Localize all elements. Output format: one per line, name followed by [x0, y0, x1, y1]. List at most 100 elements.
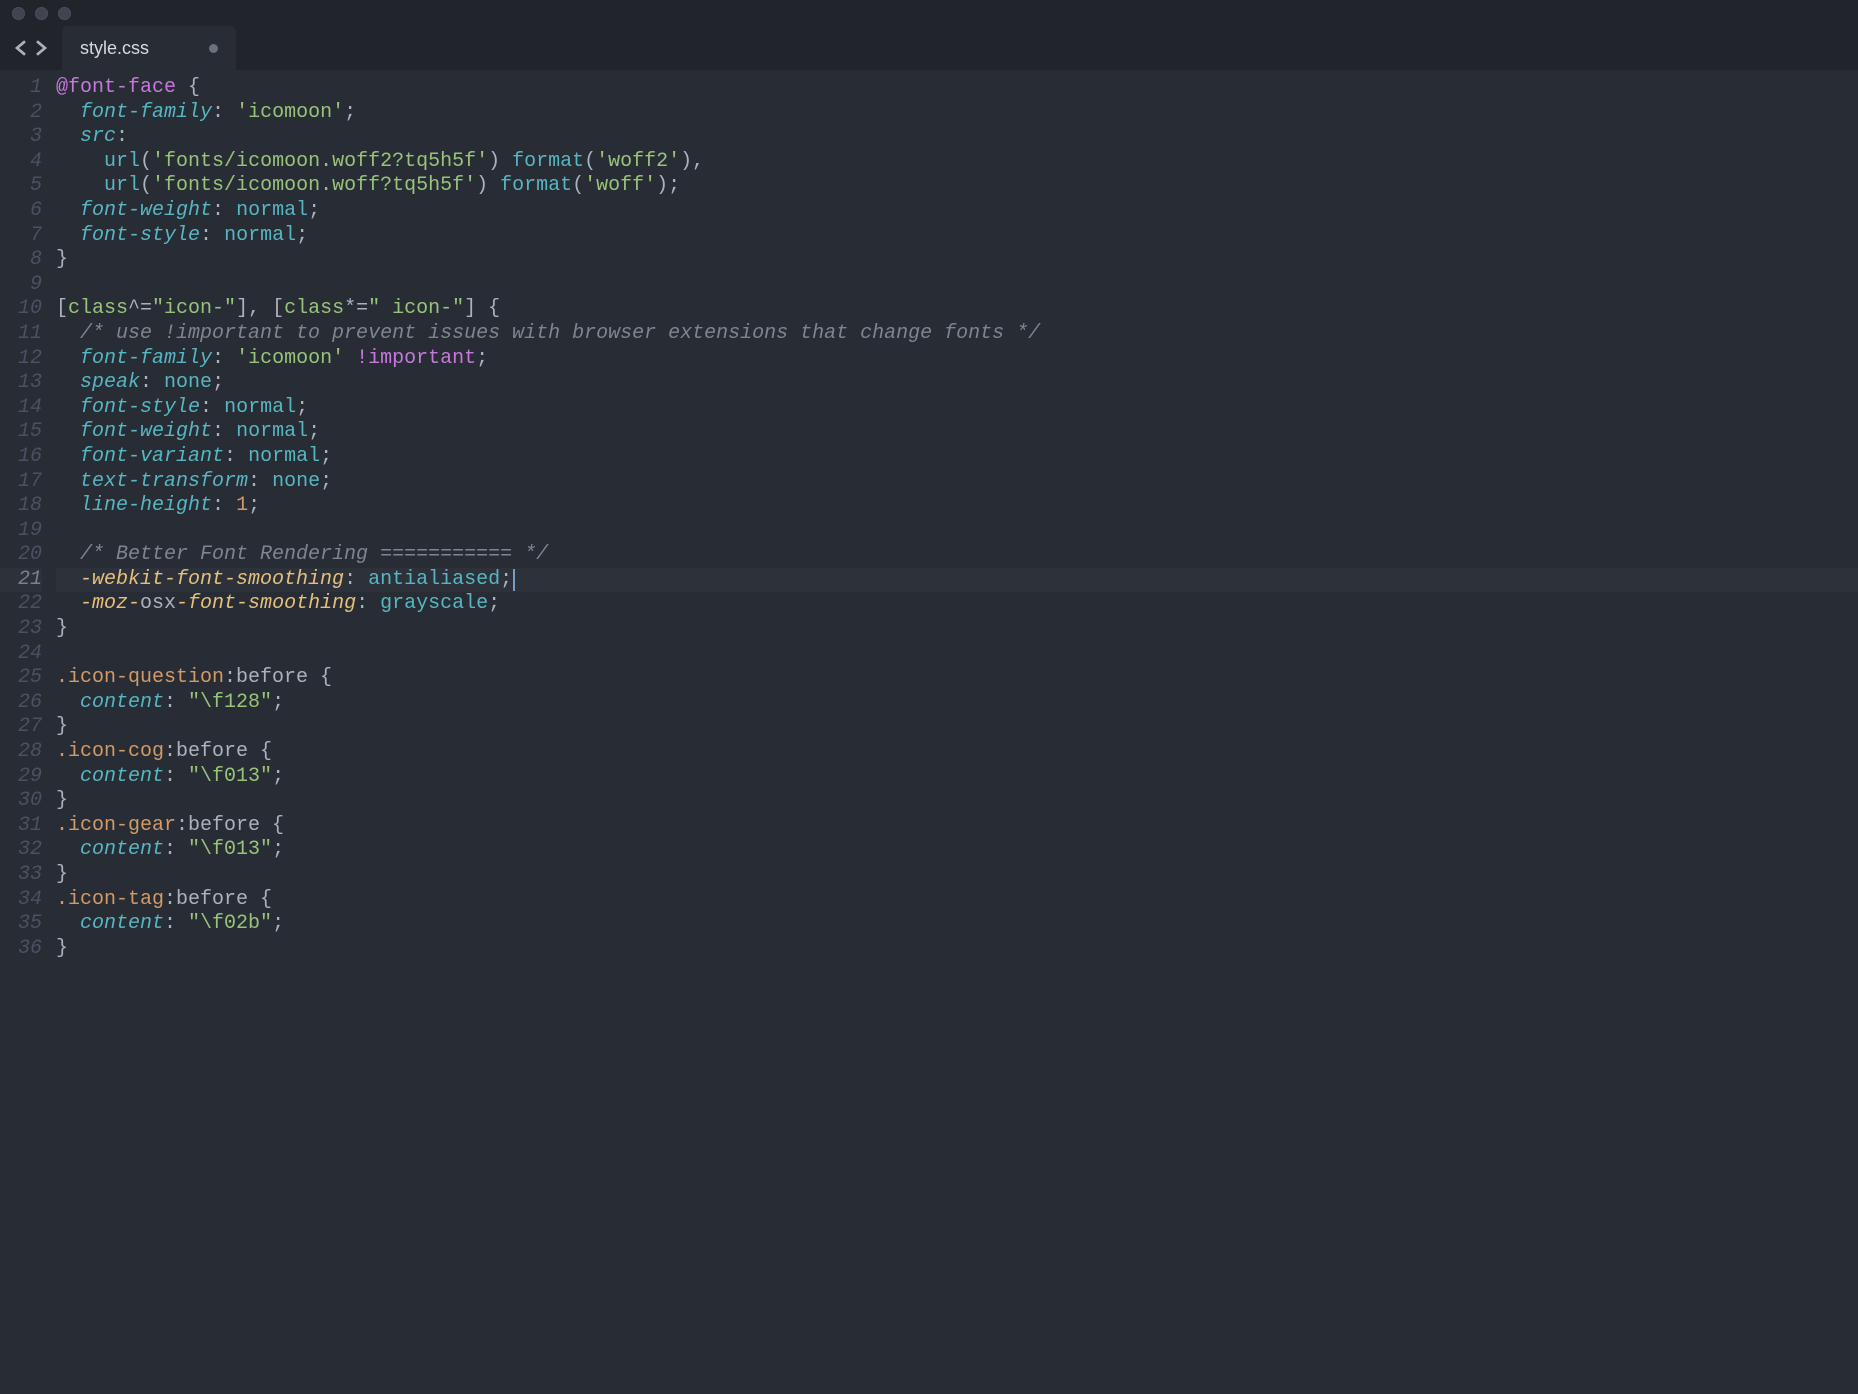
token-punct: : — [356, 592, 380, 615]
token-str: 'icomoon' — [236, 101, 344, 124]
token-str: 'woff' — [584, 174, 656, 197]
line-number: 13 — [0, 371, 42, 396]
token-val: none — [272, 470, 320, 493]
line-number: 27 — [0, 715, 42, 740]
code-line[interactable] — [56, 642, 1858, 667]
token-val: normal — [224, 396, 296, 419]
nav-back-icon[interactable] — [14, 40, 28, 56]
token-val: normal — [248, 445, 320, 468]
code-line[interactable]: font-family: 'icomoon'; — [56, 101, 1858, 126]
token-punct: : — [212, 199, 236, 222]
token-brace: } — [56, 937, 68, 960]
token-prop: font-family — [80, 347, 212, 370]
line-number: 2 — [0, 101, 42, 126]
token-str: 'fonts/icomoon.woff2?tq5h5f' — [152, 150, 488, 173]
token-func: format — [500, 174, 572, 197]
code-line[interactable]: /* Better Font Rendering =========== */ — [56, 543, 1858, 568]
token-punct — [56, 420, 80, 443]
code-line[interactable]: } — [56, 789, 1858, 814]
editor-window: style.css 123456789101112131415161718192… — [0, 0, 1858, 1394]
token-func: url — [104, 150, 140, 173]
zoom-icon[interactable] — [58, 7, 71, 20]
token-punct: : — [164, 912, 188, 935]
close-icon[interactable] — [12, 7, 25, 20]
token-str: "\f013" — [188, 838, 272, 861]
line-number: 14 — [0, 396, 42, 421]
token-punct — [56, 445, 80, 468]
token-punct: : — [200, 224, 224, 247]
line-number: 6 — [0, 199, 42, 224]
code-line[interactable]: @font-face { — [56, 76, 1858, 101]
tab-style-css[interactable]: style.css — [62, 26, 236, 70]
token-punct: ; — [272, 912, 284, 935]
line-number: 12 — [0, 347, 42, 372]
token-prop: font-style — [80, 224, 200, 247]
code-line[interactable]: -webkit-font-smoothing: antialiased; — [56, 568, 1858, 593]
code-line[interactable]: .icon-question:before { — [56, 666, 1858, 691]
token-punct: : — [248, 470, 272, 493]
code-line[interactable]: src: — [56, 125, 1858, 150]
line-number-gutter: 1234567891011121314151617181920212223242… — [0, 70, 56, 1394]
code-line[interactable]: } — [56, 715, 1858, 740]
code-line[interactable]: .icon-cog:before { — [56, 740, 1858, 765]
line-number: 22 — [0, 592, 42, 617]
code-line[interactable]: .icon-gear:before { — [56, 814, 1858, 839]
token-punct: ; — [476, 347, 488, 370]
code-line[interactable]: } — [56, 937, 1858, 962]
token-punct: ; — [272, 838, 284, 861]
code-line[interactable]: url('fonts/icomoon.woff?tq5h5f') format(… — [56, 174, 1858, 199]
code-line[interactable]: font-style: normal; — [56, 224, 1858, 249]
text-cursor — [513, 569, 515, 591]
token-propv: -font-smoothing — [176, 592, 356, 615]
window-titlebar[interactable] — [0, 0, 1858, 26]
code-line[interactable]: content: "\f013"; — [56, 838, 1858, 863]
code-line[interactable] — [56, 519, 1858, 544]
code-line[interactable]: } — [56, 863, 1858, 888]
token-str: "\f013" — [188, 765, 272, 788]
token-brace: } — [56, 789, 68, 812]
token-prop: font-weight — [80, 420, 212, 443]
line-number: 29 — [0, 765, 42, 790]
code-line[interactable]: font-family: 'icomoon' !important; — [56, 347, 1858, 372]
token-val: none — [164, 371, 212, 394]
token-punct: ; — [320, 470, 332, 493]
code-line[interactable]: content: "\f128"; — [56, 691, 1858, 716]
code-line[interactable]: content: "\f013"; — [56, 765, 1858, 790]
code-line[interactable]: text-transform: none; — [56, 470, 1858, 495]
token-punct: : — [116, 125, 128, 148]
code-line[interactable]: .icon-tag:before { — [56, 888, 1858, 913]
code-line[interactable]: font-weight: normal; — [56, 420, 1858, 445]
code-line[interactable]: font-style: normal; — [56, 396, 1858, 421]
token-punct: : — [200, 396, 224, 419]
minimize-icon[interactable] — [35, 7, 48, 20]
code-line[interactable]: /* use !important to prevent issues with… — [56, 322, 1858, 347]
code-content[interactable]: @font-face { font-family: 'icomoon'; src… — [56, 70, 1858, 1394]
token-sel: .icon-tag — [56, 888, 164, 911]
code-line[interactable] — [56, 273, 1858, 298]
token-punct — [56, 199, 80, 222]
code-line[interactable]: font-weight: normal; — [56, 199, 1858, 224]
code-line[interactable]: url('fonts/icomoon.woff2?tq5h5f') format… — [56, 150, 1858, 175]
line-number: 3 — [0, 125, 42, 150]
code-line[interactable]: speak: none; — [56, 371, 1858, 396]
token-punct — [344, 347, 356, 370]
code-line[interactable]: content: "\f02b"; — [56, 912, 1858, 937]
token-punct — [56, 322, 80, 345]
code-line[interactable]: -moz-osx-font-smoothing: grayscale; — [56, 592, 1858, 617]
token-punct — [56, 470, 80, 493]
code-line[interactable]: line-height: 1; — [56, 494, 1858, 519]
token-brace: } — [56, 617, 68, 640]
line-number: 10 — [0, 297, 42, 322]
token-punct — [176, 76, 188, 99]
token-punct — [56, 494, 80, 517]
code-editor[interactable]: 1234567891011121314151617181920212223242… — [0, 70, 1858, 1394]
line-number: 35 — [0, 912, 42, 937]
code-line[interactable]: } — [56, 617, 1858, 642]
token-str: " icon-" — [368, 297, 464, 320]
code-line[interactable]: } — [56, 248, 1858, 273]
code-line[interactable]: font-variant: normal; — [56, 445, 1858, 470]
token-prop: content — [80, 765, 164, 788]
code-line[interactable]: [class^="icon-"], [class*=" icon-"] { — [56, 297, 1858, 322]
nav-forward-icon[interactable] — [34, 40, 48, 56]
token-prop: font-family — [80, 101, 212, 124]
